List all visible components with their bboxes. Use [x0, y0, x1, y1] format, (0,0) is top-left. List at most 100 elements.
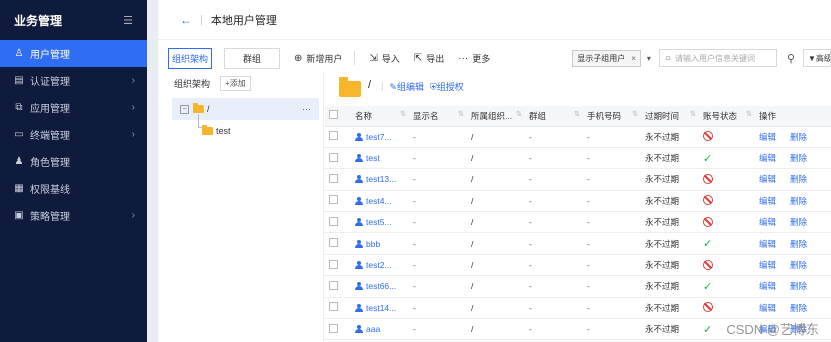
table-row[interactable]: test14... - / - - 永不过期 编辑 删除	[325, 297, 831, 320]
tab-org-structure[interactable]: 组织架构	[168, 47, 212, 69]
advanced-filter-button[interactable]: ▼ 高级	[803, 49, 831, 67]
toolbar-divider	[354, 51, 356, 65]
org-tree-header: 组织架构 +添加	[168, 72, 323, 94]
col-group[interactable]: 群组 ⇅	[525, 106, 583, 127]
filter-tag[interactable]: 显示子组用户 ×	[572, 49, 641, 67]
enabled-check-icon: ✓	[703, 323, 713, 336]
phone-cell: -	[583, 254, 641, 277]
edit-link[interactable]: 编辑	[759, 303, 776, 313]
more-button[interactable]: ··· 更多	[458, 52, 490, 65]
more-icon[interactable]: ···	[302, 104, 311, 114]
filter-icon: ▼	[808, 53, 816, 63]
sidebar-item-label: 权限基线	[30, 185, 70, 196]
sidebar-item-2[interactable]: ⧉ 应用管理 ›	[0, 94, 147, 121]
user-name-cell[interactable]: bbb	[351, 232, 409, 255]
chevron-down-icon[interactable]: ▾	[647, 54, 651, 63]
edit-link[interactable]: 编辑	[759, 153, 776, 163]
delete-link[interactable]: 删除	[790, 260, 807, 270]
group-auth-link[interactable]: ⛨组授权	[430, 80, 464, 93]
menu-fold-icon[interactable]: ☰	[123, 14, 133, 27]
table-row[interactable]: test7... - / - - 永不过期 编辑 删除	[325, 126, 831, 148]
add-user-button[interactable]: ⊕ 新增用户	[294, 52, 342, 65]
edit-link[interactable]: 编辑	[759, 281, 776, 291]
user-name-cell[interactable]: test66...	[351, 275, 409, 298]
col-name[interactable]: 名称 ⇅	[351, 106, 409, 127]
row-checkbox[interactable]	[329, 152, 338, 162]
select-all-checkbox[interactable]	[329, 110, 338, 120]
row-select-cell	[325, 211, 351, 234]
col-phone[interactable]: 手机号码 ⇅	[583, 106, 641, 127]
user-icon	[355, 218, 363, 227]
table-row[interactable]: test4... - / - - 永不过期 编辑 删除	[325, 190, 831, 213]
table-row[interactable]: test13... - / - - 永不过期 编辑 删除	[325, 168, 831, 191]
row-checkbox[interactable]	[329, 323, 338, 333]
edit-link[interactable]: 编辑	[759, 132, 776, 142]
row-checkbox[interactable]	[329, 195, 338, 205]
sidebar-item-4[interactable]: ♟ 角色管理	[0, 148, 147, 175]
row-checkbox[interactable]	[329, 259, 338, 269]
sidebar-item-1[interactable]: ▤ 认证管理 ›	[0, 67, 147, 94]
row-checkbox[interactable]	[329, 173, 338, 183]
edit-link[interactable]: 编辑	[759, 260, 776, 270]
edit-link[interactable]: 编辑	[759, 196, 776, 206]
sidebar-item-3[interactable]: ▭ 终端管理 ›	[0, 121, 147, 148]
row-select-cell	[325, 297, 351, 320]
back-arrow-icon[interactable]: ←	[180, 13, 192, 27]
edit-link[interactable]: 编辑	[759, 174, 776, 184]
user-name-cell[interactable]: test13...	[351, 168, 409, 191]
sidebar-item-0[interactable]: ♙ 用户管理	[0, 40, 147, 67]
row-checkbox[interactable]	[329, 238, 338, 248]
page-title: 本地用户管理	[210, 14, 277, 27]
user-name-cell[interactable]: test2...	[351, 254, 409, 277]
table-row[interactable]: test66... - / - - 永不过期 ✓ 编辑 删除	[325, 275, 831, 298]
folder-icon	[339, 77, 361, 97]
tab-groups[interactable]: 群组	[224, 47, 280, 69]
search-input[interactable]: ○ 请输入用户信息关键词	[658, 49, 777, 67]
page-header: ← | 本地用户管理	[158, 0, 831, 40]
delete-link[interactable]: 删除	[790, 281, 807, 291]
group-edit-link[interactable]: ✎组编辑	[389, 80, 424, 93]
export-button[interactable]: ⇱ 导出	[414, 52, 444, 65]
delete-link[interactable]: 删除	[790, 174, 807, 184]
filter-tag-label: 显示子组用户	[577, 53, 626, 63]
add-org-button[interactable]: +添加	[220, 75, 251, 91]
col-status[interactable]: 账号状态 ⇅	[699, 106, 755, 127]
table-row[interactable]: test2... - / - - 永不过期 编辑 删除	[325, 254, 831, 277]
user-name-cell[interactable]: test4...	[351, 190, 409, 213]
delete-link[interactable]: 删除	[790, 303, 807, 313]
delete-link[interactable]: 删除	[790, 153, 807, 163]
import-button[interactable]: ⇲ 导入	[369, 52, 399, 65]
col-display-name[interactable]: 显示名 ⇅	[409, 106, 467, 127]
sidebar-item-6[interactable]: ▣ 策略管理 ›	[0, 202, 147, 229]
table-row[interactable]: test - / - - 永不过期 ✓ 编辑 删除	[325, 147, 831, 170]
user-name-cell[interactable]: test7...	[351, 126, 409, 148]
disabled-icon	[703, 173, 713, 184]
table-row[interactable]: test5... - / - - 永不过期 编辑 删除	[325, 211, 831, 234]
close-icon[interactable]: ×	[631, 54, 636, 63]
delete-link[interactable]: 删除	[790, 132, 807, 142]
edit-link[interactable]: 编辑	[759, 239, 776, 249]
row-checkbox[interactable]	[329, 302, 338, 312]
edit-link[interactable]: 编辑	[759, 217, 776, 227]
col-expire[interactable]: 过期时间 ⇅	[641, 106, 699, 127]
col-org[interactable]: 所属组织... ⇅	[467, 106, 525, 127]
tree-node-root[interactable]: − / ···	[172, 98, 319, 120]
delete-link[interactable]: 删除	[790, 239, 807, 249]
user-search-icon[interactable]: ⚲	[787, 52, 795, 65]
delete-link[interactable]: 删除	[790, 196, 807, 206]
table-row[interactable]: bbb - / - - 永不过期 ✓ 编辑 删除	[325, 232, 831, 255]
tree-node-test[interactable]: test	[168, 114, 323, 142]
row-checkbox[interactable]	[329, 216, 338, 226]
group-cell: -	[525, 275, 583, 298]
user-name-cell[interactable]: aaa	[351, 318, 409, 341]
sidebar-item-5[interactable]: ▦ 权限基线	[0, 175, 147, 202]
user-name-cell[interactable]: test	[351, 147, 409, 170]
user-icon	[355, 303, 363, 312]
user-name-cell[interactable]: test5...	[351, 211, 409, 234]
delete-link[interactable]: 删除	[790, 217, 807, 227]
row-checkbox[interactable]	[329, 131, 338, 141]
row-checkbox[interactable]	[329, 280, 338, 290]
status-cell: ✓	[699, 147, 755, 170]
user-name-cell[interactable]: test14...	[351, 297, 409, 320]
collapse-icon[interactable]: −	[180, 104, 189, 114]
